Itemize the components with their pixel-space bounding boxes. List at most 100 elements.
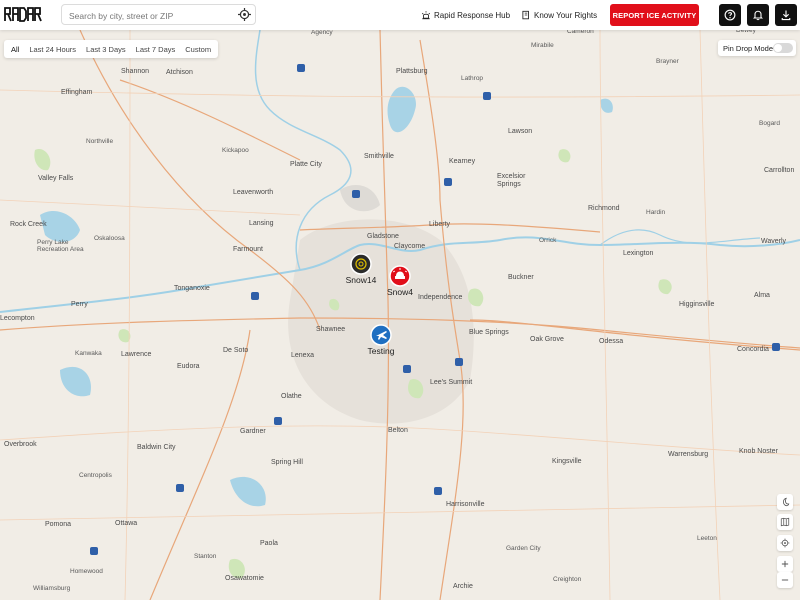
svg-text:Smithville: Smithville xyxy=(364,153,394,160)
svg-text:Richmond: Richmond xyxy=(588,205,620,212)
svg-text:Harrisonville: Harrisonville xyxy=(446,501,485,508)
svg-text:Blue Springs: Blue Springs xyxy=(469,329,509,336)
svg-text:Lansing: Lansing xyxy=(249,220,274,227)
svg-text:Lenexa: Lenexa xyxy=(291,352,314,359)
svg-text:Valley Falls: Valley Falls xyxy=(38,175,74,182)
svg-text:Lecompton: Lecompton xyxy=(0,315,35,322)
svg-text:Kearney: Kearney xyxy=(449,158,476,165)
svg-text:Oskaloosa: Oskaloosa xyxy=(94,235,125,242)
svg-text:Leeton: Leeton xyxy=(697,535,717,542)
svg-text:Lathrop: Lathrop xyxy=(461,75,483,82)
map-layers-button[interactable] xyxy=(777,514,793,530)
svg-text:Concordia: Concordia xyxy=(737,346,769,353)
help-button[interactable] xyxy=(719,4,741,26)
notifications-button[interactable] xyxy=(747,4,769,26)
svg-text:Waverly: Waverly xyxy=(761,238,787,245)
svg-text:Homewood: Homewood xyxy=(70,568,103,575)
filter-last-7-days[interactable]: Last 7 Days xyxy=(131,43,181,56)
svg-text:Williamsburg: Williamsburg xyxy=(33,585,71,592)
filter-last-3-days[interactable]: Last 3 Days xyxy=(81,43,131,56)
svg-text:Kingsville: Kingsville xyxy=(552,458,582,465)
svg-text:Kickapoo: Kickapoo xyxy=(222,147,249,154)
svg-text:Garden City: Garden City xyxy=(506,545,541,552)
pin-drop-toggle[interactable] xyxy=(773,43,793,53)
help-icon xyxy=(724,9,736,21)
report-ice-activity-button[interactable]: REPORT ICE ACTIVITY xyxy=(610,4,699,26)
svg-text:De Soto: De Soto xyxy=(223,347,248,354)
svg-text:Overbrook: Overbrook xyxy=(4,441,37,448)
svg-text:Recreation Area: Recreation Area xyxy=(37,246,84,253)
zoom-out-icon xyxy=(781,579,789,581)
svg-text:Excelsior: Excelsior xyxy=(497,173,526,180)
svg-text:Kanwaka: Kanwaka xyxy=(75,350,102,357)
svg-text:Gardner: Gardner xyxy=(240,428,266,435)
svg-text:Rock Creek: Rock Creek xyxy=(10,221,47,228)
bell-icon xyxy=(752,10,764,21)
moon-icon xyxy=(783,497,790,507)
nav-label: Rapid Response Hub xyxy=(434,10,511,20)
download-icon xyxy=(781,10,791,21)
locate-me-button[interactable] xyxy=(777,535,793,551)
nav-label: Know Your Rights xyxy=(534,10,598,20)
zoom-out-button[interactable] xyxy=(777,572,793,588)
svg-text:Lee's Summit: Lee's Summit xyxy=(430,379,472,386)
svg-text:Perry: Perry xyxy=(71,301,88,308)
svg-text:Knob Noster: Knob Noster xyxy=(739,448,779,455)
svg-text:Tonganoxie: Tonganoxie xyxy=(174,285,210,292)
svg-text:Hardin: Hardin xyxy=(646,209,666,216)
svg-text:Lexington: Lexington xyxy=(623,250,653,257)
svg-text:Warrensburg: Warrensburg xyxy=(668,451,708,458)
book-icon xyxy=(522,10,529,20)
svg-text:Odessa: Odessa xyxy=(599,338,623,345)
svg-text:Olathe: Olathe xyxy=(281,393,302,400)
filter-last-24-hours[interactable]: Last 24 Hours xyxy=(24,43,81,56)
svg-text:Farmount: Farmount xyxy=(233,246,263,253)
map-layers-icon xyxy=(780,517,790,527)
svg-text:Gladstone: Gladstone xyxy=(367,233,399,240)
search-box[interactable] xyxy=(61,4,256,25)
svg-text:Belton: Belton xyxy=(388,427,408,434)
svg-text:Independence: Independence xyxy=(418,294,462,301)
svg-text:Brayner: Brayner xyxy=(656,58,680,65)
svg-text:Carrollton: Carrollton xyxy=(764,167,794,174)
zoom-in-button[interactable] xyxy=(777,556,793,572)
svg-text:Lawrence: Lawrence xyxy=(121,351,151,358)
svg-text:Spring Hill: Spring Hill xyxy=(271,459,303,466)
nav-know-rights[interactable]: Know Your Rights xyxy=(521,8,597,22)
download-button[interactable] xyxy=(775,4,797,26)
locate-icon xyxy=(780,538,790,548)
marker-label: Snow14 xyxy=(346,275,377,285)
logo-icon xyxy=(4,7,42,22)
svg-text:Springs: Springs xyxy=(497,181,521,188)
app-logo[interactable] xyxy=(4,6,42,24)
svg-text:Northville: Northville xyxy=(86,138,113,145)
svg-text:Perry Lake: Perry Lake xyxy=(37,239,69,246)
svg-text:Stanton: Stanton xyxy=(194,553,217,560)
svg-text:Buckner: Buckner xyxy=(508,274,534,281)
svg-text:Liberty: Liberty xyxy=(429,221,451,228)
marker-label: Testing xyxy=(368,346,395,356)
crosshair-icon[interactable] xyxy=(238,8,251,21)
svg-text:Creighton: Creighton xyxy=(553,576,582,583)
svg-text:Archie: Archie xyxy=(453,583,473,590)
svg-text:Osawatomie: Osawatomie xyxy=(225,575,264,582)
svg-text:Claycome: Claycome xyxy=(394,243,425,250)
pin-drop-mode: Pin Drop Mode xyxy=(718,40,796,56)
dark-mode-button[interactable] xyxy=(777,494,793,510)
map-canvas[interactable]: Shannon Atchison Effingham Agency Platts… xyxy=(0,0,800,600)
svg-text:Agency: Agency xyxy=(311,29,333,36)
search-input[interactable] xyxy=(67,7,236,24)
time-filter-bar: All Last 24 Hours Last 3 Days Last 7 Day… xyxy=(4,40,219,58)
nav-rapid-response[interactable]: Rapid Response Hub xyxy=(421,8,510,22)
top-bar: Rapid Response Hub Know Your Rights REPO… xyxy=(0,0,800,30)
svg-text:Orrick: Orrick xyxy=(539,237,557,244)
svg-text:Oak Grove: Oak Grove xyxy=(530,336,564,343)
svg-text:Leavenworth: Leavenworth xyxy=(233,189,273,196)
svg-text:Eudora: Eudora xyxy=(177,363,200,370)
svg-text:Shannon: Shannon xyxy=(121,68,149,75)
svg-text:Baldwin City: Baldwin City xyxy=(137,444,176,451)
svg-text:Higginsville: Higginsville xyxy=(679,301,715,308)
zoom-in-icon xyxy=(781,560,789,568)
filter-custom[interactable]: Custom xyxy=(180,43,216,56)
filter-all[interactable]: All xyxy=(6,43,24,56)
